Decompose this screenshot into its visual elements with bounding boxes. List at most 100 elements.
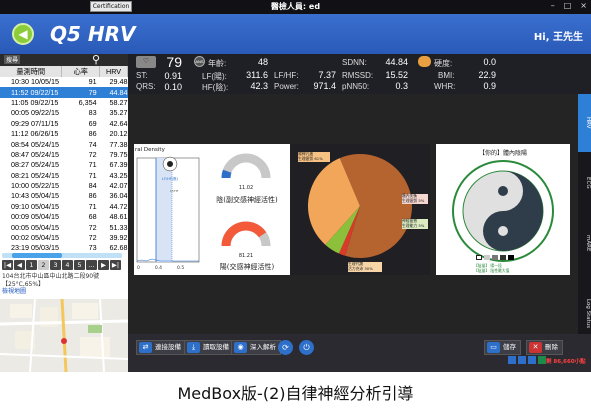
age-label: 年齡:	[208, 59, 227, 68]
window-controls: – □ ×	[551, 1, 587, 10]
row-hrv: 44.84	[99, 87, 128, 98]
scrollbar-thumb[interactable]	[12, 253, 62, 258]
table-row[interactable]: 08:27 05/24/15 71 67.39	[0, 160, 128, 170]
search-bar: 搜尋 ⚲	[0, 53, 128, 66]
row-heart-rate: 71	[88, 201, 97, 211]
close-icon[interactable]: ×	[580, 1, 587, 10]
search-label[interactable]: 搜尋	[4, 55, 21, 64]
read-device-button[interactable]: ⤓ 讀取設備	[184, 340, 234, 355]
connect-device-button[interactable]: ⇄ 連接設備	[136, 340, 186, 355]
table-row[interactable]: 11:05 09/22/15 6,354 58.27	[0, 98, 128, 108]
row-hrv: 42.64	[109, 118, 128, 128]
page-button[interactable]: 5	[74, 260, 85, 270]
row-hrv: 29.48	[109, 77, 128, 87]
ans-icon: ANS	[194, 56, 205, 67]
row-heart-rate: 6,354	[78, 97, 97, 107]
tray-user-icon[interactable]	[528, 356, 536, 364]
save-label: 儲存	[503, 343, 516, 351]
tab-mare[interactable]: mARE	[578, 214, 591, 272]
page-button[interactable]: ◀	[14, 260, 25, 270]
table-row[interactable]: 10:00 05/22/15 84 42.07	[0, 181, 128, 191]
power-icon[interactable]: ⏻	[299, 340, 314, 355]
page-button[interactable]: 3	[50, 260, 61, 270]
row-time: 10:00 05/22/15	[11, 181, 59, 191]
row-time: 09:29 07/11/15	[11, 118, 59, 128]
row-hrv: 39.92	[109, 233, 128, 243]
tray-network-icon[interactable]	[518, 356, 526, 364]
save-button[interactable]: ▭ 儲存	[484, 340, 521, 355]
location-map[interactable]	[0, 299, 128, 372]
back-arrow-icon[interactable]: ◀	[12, 23, 34, 45]
table-row[interactable]: 09:29 07/11/15 69 42.64	[0, 119, 128, 129]
row-hrv: 43.25	[109, 170, 128, 180]
weather-text: 【25°C,65%】	[2, 280, 45, 288]
row-hrv: 51.33	[109, 222, 128, 232]
hf-label: HF(陰):	[202, 83, 229, 92]
delete-button[interactable]: ✕ 刪除	[526, 340, 563, 355]
user-greeting: Hi, 王先生	[533, 32, 583, 43]
rmssd-value: 15.52	[385, 70, 408, 80]
refresh-icon[interactable]: ⟳	[278, 340, 293, 355]
table-row[interactable]: 00:05 05/04/15 72 51.33	[0, 222, 128, 232]
row-heart-rate: 72	[88, 233, 97, 243]
sympathetic-gauge-track	[221, 153, 271, 179]
heart-rate-icon: ♡	[136, 56, 156, 68]
table-row[interactable]: 10:43 05/04/15 86 36.04	[0, 191, 128, 201]
table-row[interactable]: 11:52 09/22/15 79 44.84	[0, 87, 128, 98]
table-row[interactable]: 11:12 06/26/15 86 20.12	[0, 129, 128, 139]
tray-bluetooth-icon[interactable]	[508, 356, 516, 364]
row-hrv: 35.27	[109, 108, 128, 118]
column-header-hrv[interactable]: HRV	[99, 66, 128, 77]
page-button[interactable]: 4	[62, 260, 73, 270]
sdnn-label: SDNN:	[342, 58, 367, 67]
bottom-toolbar: ⇄ 連接設備 ⤓ 讀取設備 ◉ 深入解析 ⟳ ⏻ ▭ 儲存 ✕ 刪除 剩 86,…	[128, 334, 591, 372]
page-button[interactable]: |◀	[2, 260, 13, 270]
table-row[interactable]: 08:21 05/24/15 71 43.25	[0, 171, 128, 181]
table-row[interactable]: 09:10 05/04/15 71 44.72	[0, 202, 128, 212]
maximize-icon[interactable]: □	[564, 1, 572, 10]
row-time: 11:12 06/26/15	[11, 129, 59, 139]
table-row[interactable]: 08:47 05/24/15 72 79.75	[0, 150, 128, 160]
pie-label-3: 生理代謝 活力充沛 30%	[348, 261, 382, 272]
page-button[interactable]: 1	[26, 260, 37, 270]
table-row[interactable]: 08:54 05/24/15 74 77.38	[0, 139, 128, 149]
connect-icon: ⇄	[139, 342, 152, 353]
page-button[interactable]: ▶|	[110, 260, 121, 270]
row-heart-rate: 69	[88, 118, 97, 128]
row-heart-rate: 71	[88, 160, 97, 170]
credit-status: 剩 86,660小點	[546, 359, 586, 365]
search-icon[interactable]: ⚲	[92, 53, 100, 66]
tray-icons	[508, 356, 546, 364]
tab-hrv[interactable]: HRV	[578, 94, 591, 152]
column-header-heart-rate[interactable]: 心率	[61, 66, 101, 77]
row-heart-rate: 79	[61, 87, 100, 98]
tray-dollar-icon[interactable]	[538, 356, 546, 364]
row-time: 10:43 05/04/15	[11, 191, 59, 201]
svg-text:LF/HF: LF/HF	[170, 189, 179, 193]
tab-ecg[interactable]: ECG	[578, 154, 591, 212]
row-hrv: 67.39	[109, 160, 128, 170]
metrics-bar: ♡ 79 ST: 0.91 QRS: 0.10 ANS 年齡: 48 LF(陽)…	[128, 54, 578, 94]
measurement-list-panel: 搜尋 ⚲ 量測時間 心率 HRV 10:30 10/05/15 91 29.48 11…	[0, 53, 128, 372]
row-hrv: 79.75	[109, 149, 128, 159]
qrs-value: 0.10	[164, 82, 182, 92]
power-label: Power:	[274, 82, 299, 91]
row-heart-rate: 68	[88, 212, 97, 222]
deep-analysis-button[interactable]: ◉ 深入解析	[231, 340, 281, 355]
table-row[interactable]: 00:09 05/04/15 68 48.61	[0, 212, 128, 222]
table-row[interactable]: 00:02 05/04/15 72 39.92	[0, 233, 128, 243]
status-tray: 剩 86,660小點	[508, 354, 591, 370]
column-header-time[interactable]: 量測時間	[0, 66, 63, 77]
sdnn-value: 44.84	[385, 57, 408, 67]
page-button[interactable]: …	[86, 260, 97, 270]
minimize-icon[interactable]: –	[551, 1, 555, 10]
row-time: 00:02 05/04/15	[11, 233, 59, 243]
page-button[interactable]: 2	[38, 260, 49, 270]
table-row[interactable]: 00:05 09/22/15 83 35.27	[0, 108, 128, 118]
sympathetic-value: 11.02	[238, 185, 254, 191]
table-row[interactable]: 10:30 10/05/15 91 29.48	[0, 77, 128, 87]
page-button[interactable]: ▶	[98, 260, 109, 270]
pie-label-0: 陽神亢進 生理疲勞 61%	[298, 151, 330, 162]
map-link[interactable]: 檢視地圖	[2, 288, 128, 296]
row-heart-rate: 86	[88, 191, 97, 201]
